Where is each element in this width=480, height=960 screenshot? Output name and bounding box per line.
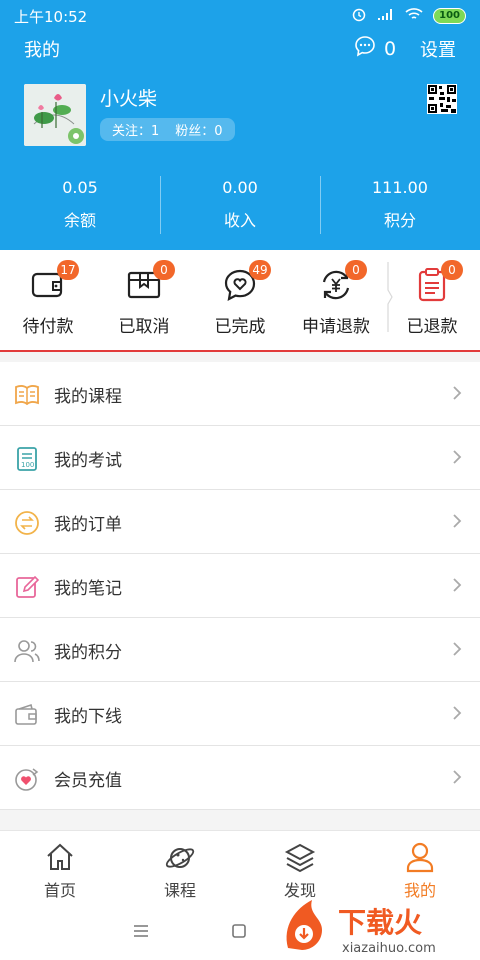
order-badge: 0 bbox=[441, 260, 463, 280]
menu-label: 我的订单 bbox=[54, 515, 122, 535]
order-cancelled[interactable]: 0 已取消 bbox=[96, 250, 192, 350]
chevron-right-icon bbox=[452, 384, 462, 402]
stat-label: 收入 bbox=[223, 211, 256, 230]
username: 小火柴 bbox=[100, 88, 158, 110]
menu-label: 我的课程 bbox=[54, 387, 122, 407]
chevron-right-icon bbox=[452, 576, 462, 594]
stat-income[interactable]: 0.00 收入 bbox=[160, 172, 320, 236]
tab-home[interactable]: 首页 bbox=[0, 831, 120, 903]
menu-item-orders[interactable]: 我的订单 bbox=[0, 490, 480, 554]
tab-label: 课程 bbox=[163, 881, 196, 900]
order-refund-request[interactable]: 0 申请退款 bbox=[288, 250, 384, 350]
stat-value: 111.00 bbox=[372, 178, 428, 197]
order-badge: 17 bbox=[57, 260, 79, 280]
svg-text:100: 100 bbox=[21, 461, 34, 469]
chevron-right-icon bbox=[452, 640, 462, 658]
edit-icon bbox=[14, 574, 40, 600]
stat-value: 0.05 bbox=[62, 178, 98, 197]
users-icon bbox=[14, 638, 40, 664]
planet-icon bbox=[165, 848, 195, 868]
order-status-row: 17 待付款 0 已取消 49 已完成 0 申请退款 0 已退款 bbox=[0, 250, 480, 352]
order-pending-payment[interactable]: 17 待付款 bbox=[0, 250, 96, 350]
stat-divider bbox=[320, 176, 321, 234]
stat-points[interactable]: 111.00 积分 bbox=[320, 172, 480, 236]
message-icon bbox=[354, 35, 376, 62]
fans-count: 粉丝：0 bbox=[175, 124, 223, 139]
order-badge: 49 bbox=[249, 260, 271, 280]
tab-discover[interactable]: 发现 bbox=[240, 831, 360, 903]
stat-label: 余额 bbox=[63, 211, 96, 230]
message-button[interactable]: 0 bbox=[354, 35, 396, 62]
person-icon bbox=[406, 842, 434, 873]
following-count: 关注：1 bbox=[112, 124, 160, 139]
exchange-icon bbox=[14, 510, 40, 536]
vip-icon bbox=[14, 766, 40, 792]
order-label: 已退款 bbox=[406, 317, 458, 337]
watermark-brand: 下载火 bbox=[338, 906, 422, 939]
page-title: 我的 bbox=[24, 40, 60, 61]
menu-item-vip-recharge[interactable]: 会员充值 bbox=[0, 746, 480, 810]
top-header: 我的 0 设置 bbox=[0, 32, 480, 64]
battery-indicator: 100 bbox=[433, 8, 466, 24]
tab-label: 首页 bbox=[43, 881, 76, 900]
menu-label: 我的笔记 bbox=[54, 579, 122, 599]
order-label: 待付款 bbox=[22, 317, 74, 337]
stat-label: 积分 bbox=[383, 211, 416, 230]
chevron-right-icon bbox=[452, 448, 462, 466]
profile-section: 小火柴 关注：1 粉丝：0 bbox=[0, 64, 480, 164]
menu-label: 会员充值 bbox=[54, 771, 122, 791]
menu-item-courses[interactable]: 我的课程 bbox=[0, 362, 480, 426]
home-nav-icon[interactable] bbox=[232, 924, 246, 938]
qr-code-icon[interactable] bbox=[427, 84, 457, 114]
bottom-tab-bar: 首页 课程 发现 我的 bbox=[0, 830, 480, 903]
order-badge: 0 bbox=[345, 260, 367, 280]
tab-courses[interactable]: 课程 bbox=[120, 831, 240, 903]
order-label: 已取消 bbox=[118, 317, 170, 337]
order-row-divider bbox=[387, 262, 393, 332]
layers-icon bbox=[284, 843, 316, 873]
tab-mine[interactable]: 我的 bbox=[360, 831, 480, 903]
order-label: 申请退款 bbox=[302, 317, 370, 337]
wallet-outline-icon bbox=[14, 702, 40, 728]
chevron-right-icon bbox=[452, 768, 462, 786]
alarm-icon bbox=[351, 6, 367, 26]
menu-label: 我的考试 bbox=[54, 451, 122, 471]
follow-stats[interactable]: 关注：1 粉丝：0 bbox=[100, 118, 235, 141]
book-icon bbox=[14, 382, 40, 408]
watermark-logo: 下载火 xiazaihuo.com bbox=[282, 896, 476, 956]
stat-balance[interactable]: 0.05 余额 bbox=[0, 172, 160, 236]
wifi-icon bbox=[405, 7, 423, 25]
stat-value: 0.00 bbox=[222, 178, 258, 197]
menu-label: 我的下线 bbox=[54, 707, 122, 727]
menu-item-notes[interactable]: 我的笔记 bbox=[0, 554, 480, 618]
chevron-right-icon bbox=[452, 704, 462, 722]
menu-item-points[interactable]: 我的积分 bbox=[0, 618, 480, 682]
signal-icon bbox=[377, 7, 395, 25]
order-badge: 0 bbox=[153, 260, 175, 280]
exam-icon: 100 bbox=[14, 446, 40, 472]
home-icon bbox=[47, 843, 73, 870]
order-refunded[interactable]: 0 已退款 bbox=[384, 250, 480, 350]
avatar[interactable] bbox=[24, 84, 86, 146]
chevron-right-icon bbox=[452, 512, 462, 530]
order-completed[interactable]: 49 已完成 bbox=[192, 250, 288, 350]
menu-item-downline[interactable]: 我的下线 bbox=[0, 682, 480, 746]
watermark-domain: xiazaihuo.com bbox=[342, 941, 436, 956]
menu-nav-icon[interactable] bbox=[133, 924, 149, 938]
stat-divider bbox=[160, 176, 161, 234]
status-bar: 上午10:52 100 bbox=[0, 0, 480, 32]
status-time: 上午10:52 bbox=[14, 8, 88, 26]
menu-item-exams[interactable]: 100 我的考试 bbox=[0, 426, 480, 490]
menu-label: 我的积分 bbox=[54, 643, 122, 663]
order-label: 已完成 bbox=[214, 317, 266, 337]
settings-button[interactable]: 设置 bbox=[420, 36, 456, 62]
menu-list: 我的课程 100 我的考试 我的订单 我的笔记 我的积分 我的下线 会员充值 bbox=[0, 362, 480, 810]
account-stats: 0.05 余额 0.00 收入 111.00 积分 bbox=[0, 172, 480, 236]
message-count: 0 bbox=[384, 37, 397, 60]
